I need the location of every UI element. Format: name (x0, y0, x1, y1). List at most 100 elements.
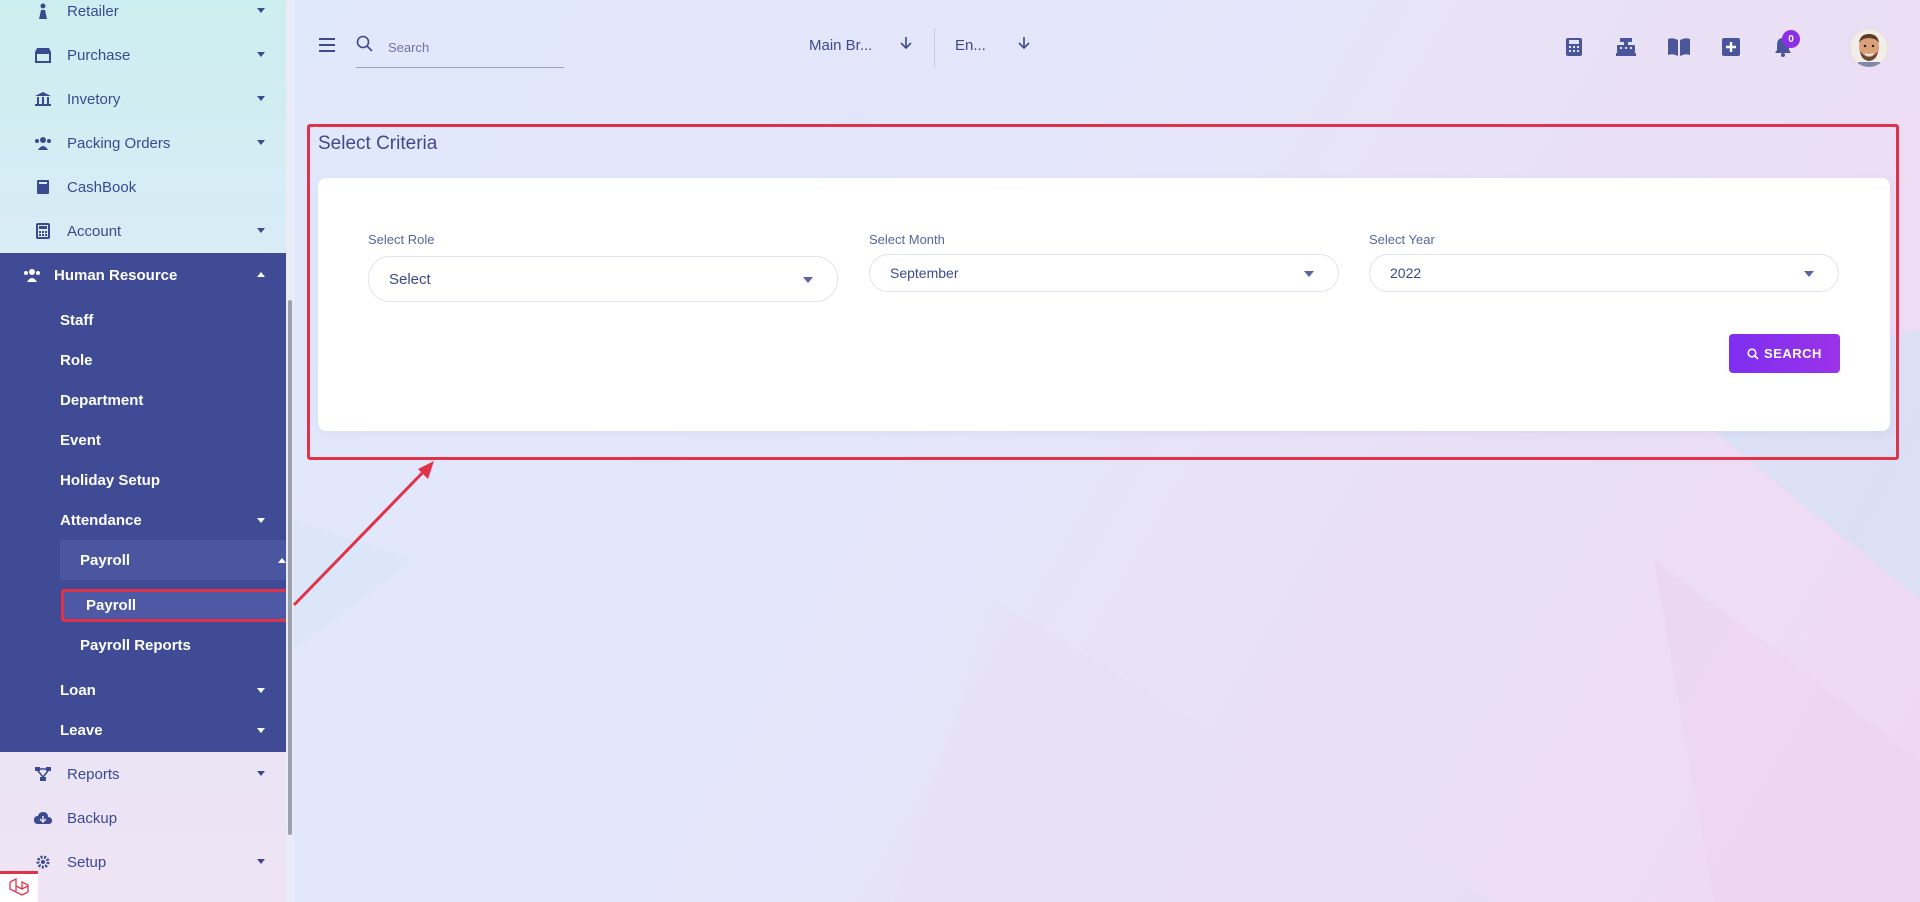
arrow-down-icon (900, 36, 912, 54)
branch-select[interactable]: Main Br... (809, 36, 912, 54)
divider (934, 28, 935, 68)
top-bar: Main Br... En... 0 (300, 0, 1920, 90)
sidebar-scrollbar[interactable] (286, 0, 294, 902)
sidebar-item-label: CashBook (67, 178, 137, 196)
year-value: 2022 (1390, 265, 1422, 281)
criteria-card (318, 178, 1890, 431)
sidebar-item-label: Retailer (67, 2, 119, 20)
language-value: En... (955, 36, 986, 54)
sidebar-item-account[interactable]: Account (0, 209, 286, 253)
calculator-icon[interactable] (1562, 35, 1586, 59)
sidebar-item-label: Setup (67, 853, 107, 871)
sidebar-item-inventory[interactable]: Invetory (0, 77, 286, 121)
book-icon (33, 179, 53, 195)
branch-value: Main Br... (809, 36, 873, 54)
sidebar-item-label: Reports (67, 765, 120, 783)
sidebar-item-label: Payroll Reports (80, 636, 191, 654)
month-select[interactable]: September (869, 254, 1339, 292)
sidebar-item-department[interactable]: Department (60, 380, 286, 420)
book-open-icon[interactable] (1667, 35, 1691, 59)
chevron-down-icon (257, 8, 265, 13)
sidebar-item-label: Leave (60, 721, 103, 739)
language-select[interactable]: En... (955, 36, 1030, 54)
year-select[interactable]: 2022 (1369, 254, 1839, 292)
page-title: Select Criteria (318, 133, 438, 154)
sidebar-item-label: Event (60, 431, 101, 449)
sidebar-item-attendance[interactable]: Attendance (60, 500, 286, 540)
sidebar-item-purchase[interactable]: Purchase (0, 33, 286, 77)
role-value: Select (389, 270, 431, 288)
sidebar-item-label: Payroll (86, 596, 137, 614)
sidebar-item-packing-orders[interactable]: Packing Orders (0, 121, 286, 165)
plus-square-icon[interactable] (1719, 35, 1743, 59)
sidebar-item-backup[interactable]: Backup (0, 796, 286, 840)
search-button[interactable]: SEARCH (1729, 334, 1840, 373)
bank-icon (33, 91, 53, 107)
chevron-down-icon (803, 277, 813, 283)
sidebar-item-reports[interactable]: Reports (0, 752, 286, 796)
laravel-logo-icon[interactable] (0, 871, 38, 902)
sidebar-item-leave[interactable]: Leave (60, 710, 286, 750)
search-icon (356, 35, 374, 58)
chevron-up-icon (257, 272, 265, 277)
chevron-down-icon (257, 52, 265, 57)
sidebar-item-payroll-reports[interactable]: Payroll Reports (80, 625, 286, 665)
sidebar-item-label: Role (60, 351, 93, 369)
year-label: Select Year (1369, 232, 1435, 247)
chevron-up-icon (278, 558, 286, 563)
sidebar-item-label: Invetory (67, 90, 121, 108)
sidebar-item-label: Department (60, 391, 144, 409)
notification-badge: 0 (1782, 30, 1800, 48)
annotation-arrow (292, 461, 434, 607)
sidebar: Retailer Purchase Invetory Packing Order… (0, 0, 294, 902)
chevron-down-icon (1804, 271, 1814, 277)
avatar[interactable] (1850, 29, 1888, 67)
sidebar-item-holiday-setup[interactable]: Holiday Setup (60, 460, 286, 500)
sidebar-item-retailer[interactable]: Retailer (0, 0, 286, 33)
chevron-down-icon (257, 518, 265, 523)
payroll-item-label: Payroll (86, 585, 286, 625)
sidebar-item-label: Backup (67, 809, 118, 827)
sidebar-item-label: Staff (60, 311, 94, 329)
search-icon (1747, 347, 1759, 360)
sidebar-item-label: Purchase (67, 46, 131, 64)
sidebar-item-staff[interactable]: Staff (60, 300, 286, 340)
calculator-icon (33, 223, 53, 239)
cash-register-icon[interactable] (1614, 35, 1638, 59)
sidebar-item-label: Human Resource (54, 266, 178, 284)
role-label: Select Role (368, 232, 435, 247)
search-button-label: SEARCH (1764, 346, 1822, 361)
cloud-icon (33, 810, 53, 826)
chevron-down-icon (257, 140, 265, 145)
chevron-down-icon (257, 728, 265, 733)
hamburger-menu-icon[interactable] (319, 38, 335, 52)
sidebar-item-cashbook[interactable]: CashBook (0, 165, 286, 209)
sidebar-item-label: Payroll (80, 551, 131, 569)
month-value: September (890, 265, 959, 281)
person-icon (33, 3, 53, 19)
sidebar-item-label: Attendance (60, 511, 142, 529)
month-label: Select Month (869, 232, 945, 247)
sidebar-item-human-resource[interactable]: Human Resource (0, 253, 286, 297)
chevron-down-icon (257, 859, 265, 864)
users-icon (22, 267, 42, 283)
sidebar-item-setup[interactable]: Setup (0, 840, 286, 884)
chevron-down-icon (257, 688, 265, 693)
payroll-group-label: Payroll (80, 540, 286, 580)
sidebar-item-label: Loan (60, 681, 96, 699)
chevron-down-icon (1304, 271, 1314, 277)
sidebar-item-label: Account (67, 222, 122, 240)
search-input[interactable] (388, 36, 558, 58)
sidebar-item-label: Packing Orders (67, 134, 171, 152)
role-select[interactable]: Select (368, 256, 838, 302)
arrow-down-icon (1018, 36, 1030, 54)
search-box (356, 30, 564, 68)
sidebar-item-event[interactable]: Event (60, 420, 286, 460)
chevron-down-icon (257, 771, 265, 776)
sidebar-item-loan[interactable]: Loan (60, 670, 286, 710)
chevron-down-icon (257, 96, 265, 101)
sidebar-item-label: Holiday Setup (60, 471, 161, 489)
chevron-down-icon (257, 228, 265, 233)
network-icon (33, 766, 53, 782)
sidebar-item-role[interactable]: Role (60, 340, 286, 380)
